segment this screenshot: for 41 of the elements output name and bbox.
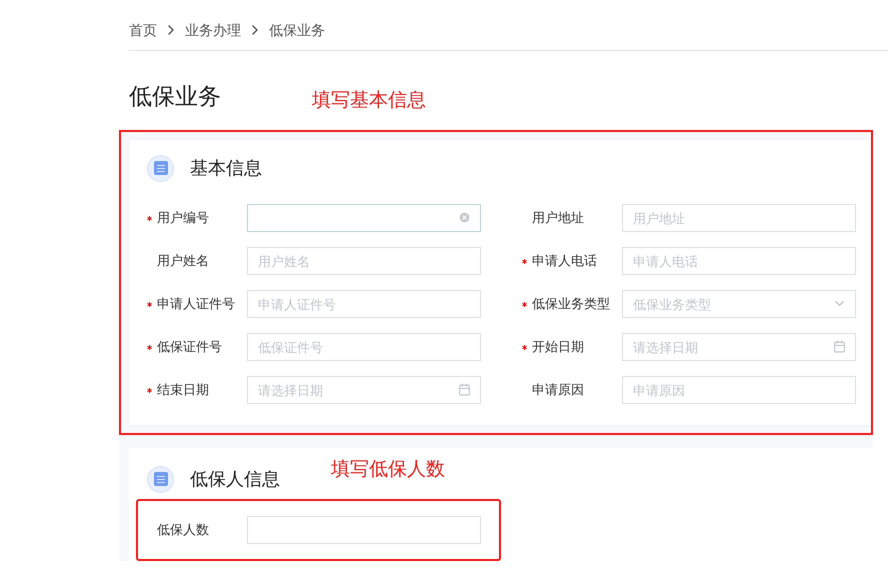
annotation-text: 填写基本信息 — [312, 91, 426, 110]
calendar-icon[interactable] — [833, 340, 846, 353]
breadcrumb-link[interactable]: 低保业务 — [269, 20, 325, 40]
input-field[interactable]: 申请原因 — [622, 376, 856, 404]
required-marker — [147, 388, 152, 392]
select-field[interactable]: 低保业务类型 — [622, 290, 856, 318]
required-marker — [147, 302, 152, 306]
required-marker — [522, 302, 527, 306]
field-label: 结束日期 — [157, 381, 209, 400]
input-field[interactable] — [247, 516, 481, 544]
required-marker — [147, 344, 152, 350]
section-title: 基本信息 — [190, 156, 262, 180]
date-field[interactable]: 请选择日期 — [247, 376, 481, 404]
section-title: 低保人信息 — [190, 468, 280, 490]
field-label: 低保人数 — [157, 521, 209, 540]
input-field[interactable]: 申请人电话 — [622, 247, 856, 275]
field-label: 开始日期 — [532, 338, 584, 356]
field-label: 低保证件号 — [157, 338, 222, 356]
input-field[interactable] — [247, 204, 481, 232]
field-label: 申请原因 — [532, 381, 584, 400]
field-label: 申请人电话 — [532, 252, 597, 270]
annotation-text: 填写低保人数 — [331, 458, 445, 482]
list-icon — [147, 154, 174, 182]
date-field[interactable]: 请选择日期 — [622, 333, 856, 361]
breadcrumb-link[interactable]: 业务办理 — [185, 20, 241, 40]
required-marker — [522, 258, 527, 264]
field-label: 用户地址 — [532, 209, 584, 228]
page-title: 低保业务 — [129, 85, 221, 108]
breadcrumb-link[interactable]: 首页 — [129, 20, 157, 40]
input-field[interactable]: 申请人证件号 — [247, 290, 481, 318]
input-field[interactable]: 低保证件号 — [247, 333, 481, 361]
calendar-icon[interactable] — [458, 383, 471, 396]
field-label: 用户姓名 — [157, 252, 209, 270]
required-marker — [147, 216, 152, 220]
input-field[interactable]: 用户地址 — [622, 204, 856, 232]
list-icon — [147, 466, 174, 492]
input-field[interactable]: 用户姓名 — [247, 247, 481, 275]
field-label: 申请人证件号 — [157, 295, 235, 314]
required-marker — [522, 344, 527, 350]
field-label: 低保业务类型 — [532, 295, 610, 314]
field-label: 用户编号 — [157, 209, 209, 228]
